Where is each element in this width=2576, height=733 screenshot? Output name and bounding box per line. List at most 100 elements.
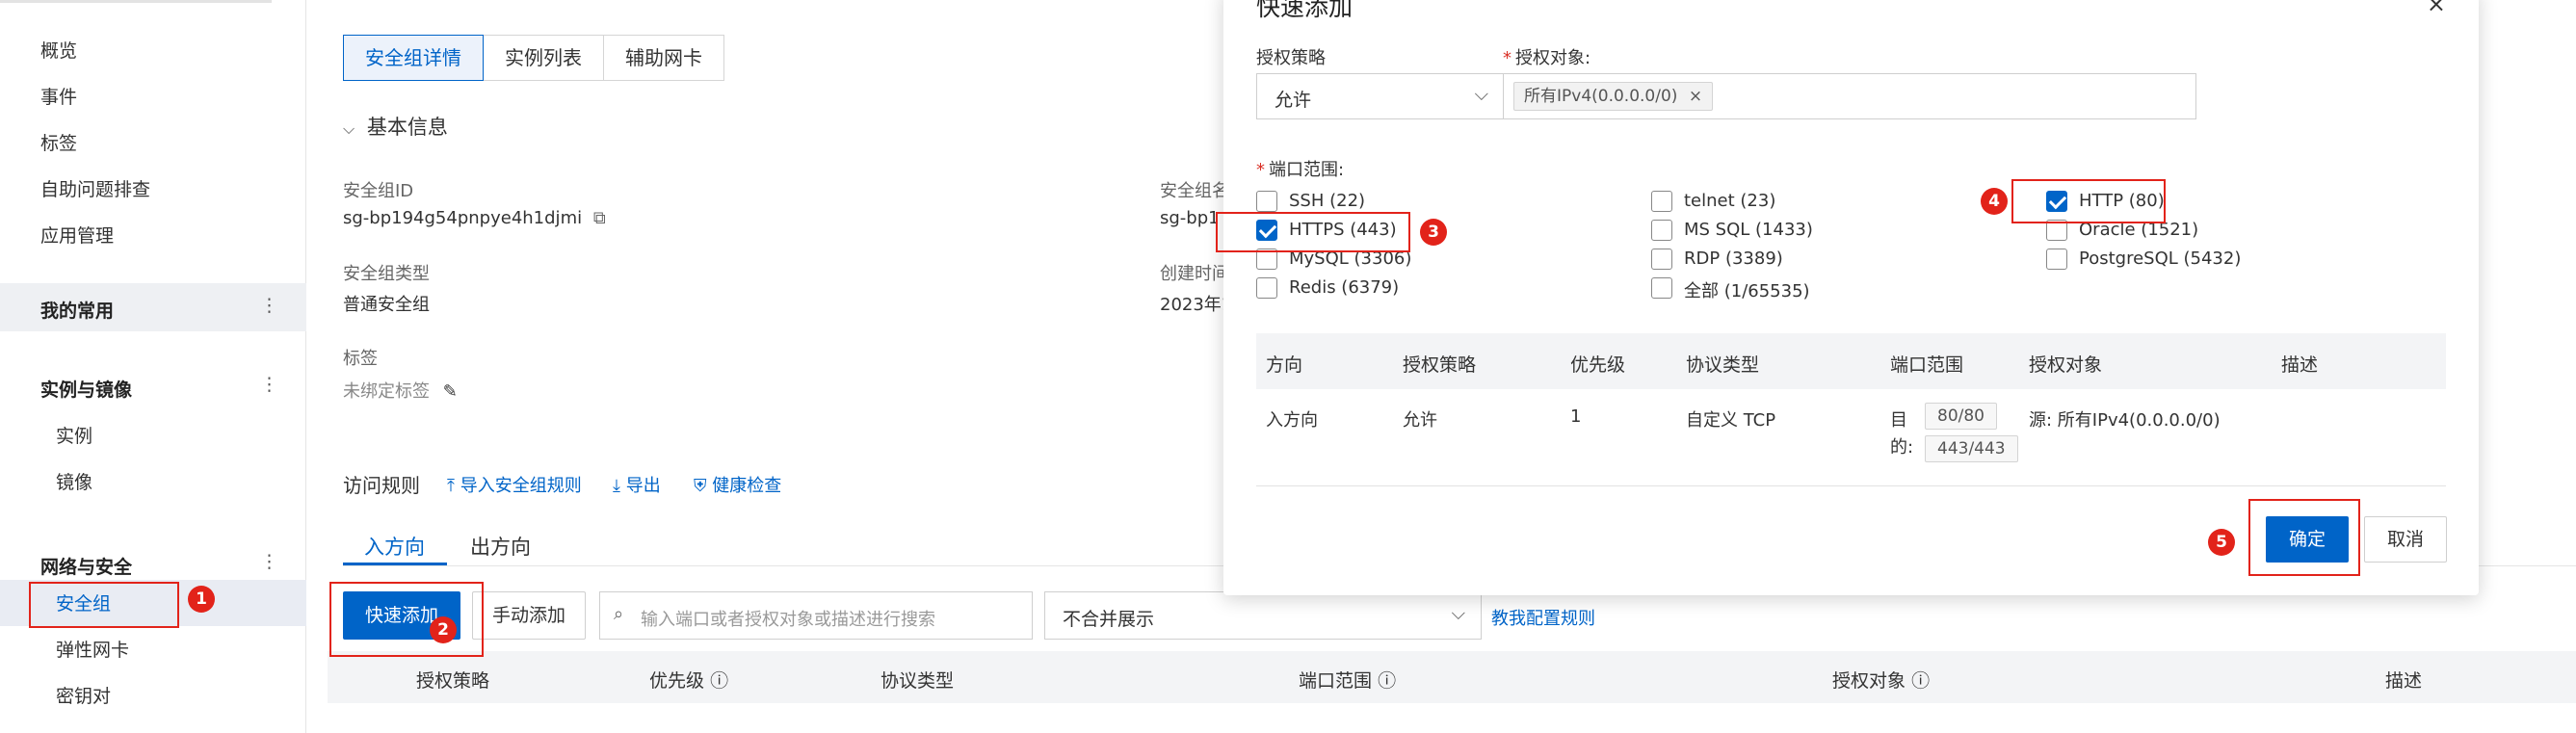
upload-icon: ⤒	[447, 476, 455, 496]
merge-select-value: 不合并展示	[1063, 609, 1155, 630]
col-target: 授权对象 ⓘ	[1832, 667, 1930, 693]
port-range-label: * 端口范围:	[1256, 156, 1344, 181]
remove-tag-icon[interactable]: ×	[1689, 87, 1702, 106]
sg-name-value: sg-bp1	[1160, 208, 1220, 228]
basic-info-section[interactable]: ⌵ 基本信息	[343, 112, 448, 141]
search-icon: ⌕	[614, 604, 624, 624]
preview-table-header: 方向 授权策略 优先级 协议类型 端口范围 授权对象 描述	[1256, 333, 2446, 389]
sidebar-group-label: 网络与安全	[40, 557, 133, 578]
col-priority-label: 优先级	[649, 670, 705, 692]
row-protocol: 自定义 TCP	[1686, 410, 1776, 431]
more-icon[interactable]: ⋮	[260, 551, 278, 572]
merge-display-select[interactable]: 不合并展示 ⌵	[1044, 591, 1482, 640]
tab-instances[interactable]: 实例列表	[483, 35, 604, 81]
policy-select[interactable]: 允许 ⌵	[1256, 73, 1505, 119]
row-dest-prefix-1: 目	[1890, 410, 1907, 431]
sidebar-item-instances[interactable]: 实例	[56, 422, 92, 448]
sg-id-value: sg-bp194g54pnpye4h1djmi ⧉	[343, 208, 606, 228]
target-tag-text: 所有IPv4(0.0.0.0/0)	[1524, 87, 1678, 106]
checkbox-postgresql[interactable]	[2046, 249, 2067, 270]
col-priority: 优先级 ⓘ	[649, 667, 728, 693]
tag-label: 标签	[343, 349, 378, 369]
help-icon[interactable]: ⓘ	[1378, 670, 1396, 692]
row-target: 源: 所有IPv4(0.0.0.0/0)	[2029, 410, 2221, 431]
health-check-label: 健康检查	[712, 476, 782, 496]
sg-type-label: 安全组类型	[343, 264, 430, 284]
sg-id-text: sg-bp194g54pnpye4h1djmi	[343, 208, 583, 228]
col-description: 描述	[2385, 670, 2423, 692]
col-protocol: 协议类型	[1686, 354, 1760, 376]
sidebar-item-eni[interactable]: 弹性网卡	[56, 636, 129, 662]
manual-add-button[interactable]: 手动添加	[472, 591, 586, 640]
created-time-label: 创建时间	[1160, 264, 1229, 284]
sidebar-item-keypairs[interactable]: 密钥对	[56, 682, 111, 708]
tab-sg-details[interactable]: 安全组详情	[343, 35, 484, 81]
edit-icon[interactable]: ✎	[443, 381, 458, 402]
checkbox-ssh[interactable]	[1256, 191, 1277, 212]
annotation-box-4	[2011, 179, 2166, 223]
access-rules-title: 访问规则	[343, 474, 420, 497]
annotation-box-1	[29, 582, 179, 628]
annotation-badge-4: 4	[1981, 188, 2008, 215]
checkbox-postgresql-label: PostgreSQL (5432)	[2079, 249, 2242, 269]
more-icon[interactable]: ⋮	[260, 374, 278, 395]
checkbox-telnet[interactable]	[1651, 191, 1672, 212]
col-port-label: 端口范围	[1299, 670, 1373, 692]
tab-outbound[interactable]: 出方向	[470, 532, 531, 561]
checkbox-rdp-label: RDP (3389)	[1684, 249, 1783, 269]
policy-select-value: 允许	[1275, 90, 1312, 111]
col-protocol: 协议类型	[881, 670, 955, 692]
import-rules-link[interactable]: ⤒ 导入安全组规则	[447, 472, 582, 497]
row-dest-prefix-2: 的:	[1890, 437, 1914, 458]
checkbox-redis-label: Redis (6379)	[1289, 277, 1400, 298]
section-title: 基本信息	[366, 116, 448, 139]
sg-type-value: 普通安全组	[343, 295, 430, 315]
close-icon[interactable]: ×	[2427, 0, 2446, 17]
sidebar-group-label: 我的常用	[40, 301, 115, 322]
sidebar-item-app-management[interactable]: 应用管理	[40, 222, 114, 248]
port-pill-80: 80/80	[1925, 403, 1997, 430]
annotation-box-5	[2248, 499, 2360, 576]
checkbox-redis[interactable]	[1256, 277, 1277, 299]
sidebar-group-label: 实例与镜像	[40, 380, 133, 401]
more-icon[interactable]: ⋮	[260, 295, 278, 316]
checkbox-all[interactable]	[1651, 277, 1672, 299]
download-icon: ⤓	[613, 476, 620, 496]
sidebar-group-instances[interactable]: 实例与镜像 ⋮	[0, 362, 306, 410]
sidebar-item-overview[interactable]: 概览	[40, 37, 77, 63]
search-placeholder: 输入端口或者授权对象或描述进行搜索	[641, 610, 935, 630]
chevron-down-icon: ⌵	[1474, 84, 1488, 105]
row-policy: 允许	[1403, 410, 1437, 431]
rule-search-input[interactable]: ⌕ 输入端口或者授权对象或描述进行搜索	[599, 591, 1033, 640]
col-port-range: 端口范围 ⓘ	[1299, 667, 1396, 693]
row-direction: 入方向	[1266, 410, 1318, 431]
sidebar-item-images[interactable]: 镜像	[56, 468, 92, 494]
sidebar-group-favorites[interactable]: 我的常用 ⋮	[0, 283, 306, 331]
cancel-button[interactable]: 取消	[2364, 516, 2447, 563]
col-target: 授权对象	[2029, 354, 2103, 376]
target-tag-input[interactable]: 所有IPv4(0.0.0.0/0) ×	[1503, 73, 2196, 119]
chevron-down-icon: ⌵	[1451, 603, 1465, 624]
sidebar-top-divider	[0, 0, 272, 3]
help-icon[interactable]: ⓘ	[710, 670, 728, 692]
help-icon[interactable]: ⓘ	[1911, 670, 1930, 692]
sidebar-item-tags[interactable]: 标签	[40, 129, 77, 155]
checkbox-mssql[interactable]	[1651, 220, 1672, 241]
tab-secondary-eni[interactable]: 辅助网卡	[603, 35, 724, 81]
checkbox-rdp[interactable]	[1651, 249, 1672, 270]
sidebar-item-events[interactable]: 事件	[40, 83, 77, 109]
copy-icon[interactable]: ⧉	[593, 208, 606, 228]
created-time-value: 2023年1	[1160, 295, 1233, 315]
active-tab-indicator	[343, 563, 447, 565]
required-mark: *	[1503, 48, 1511, 68]
health-check-link[interactable]: ⛨ 健康检查	[694, 472, 781, 497]
annotation-badge-5: 5	[2208, 529, 2235, 556]
tab-inbound[interactable]: 入方向	[364, 532, 425, 561]
checkbox-telnet-label: telnet (23)	[1684, 191, 1776, 211]
import-rules-label: 导入安全组规则	[460, 476, 582, 496]
teach-config-link[interactable]: 教我配置规则	[1491, 605, 1595, 630]
col-port-range: 端口范围	[1890, 354, 1964, 376]
rules-table-header: 授权策略 优先级 ⓘ 协议类型 端口范围 ⓘ 授权对象 ⓘ 描述	[328, 651, 2576, 703]
sidebar-item-troubleshoot[interactable]: 自助问题排查	[40, 175, 150, 201]
export-link[interactable]: ⤓ 导出	[613, 472, 661, 497]
